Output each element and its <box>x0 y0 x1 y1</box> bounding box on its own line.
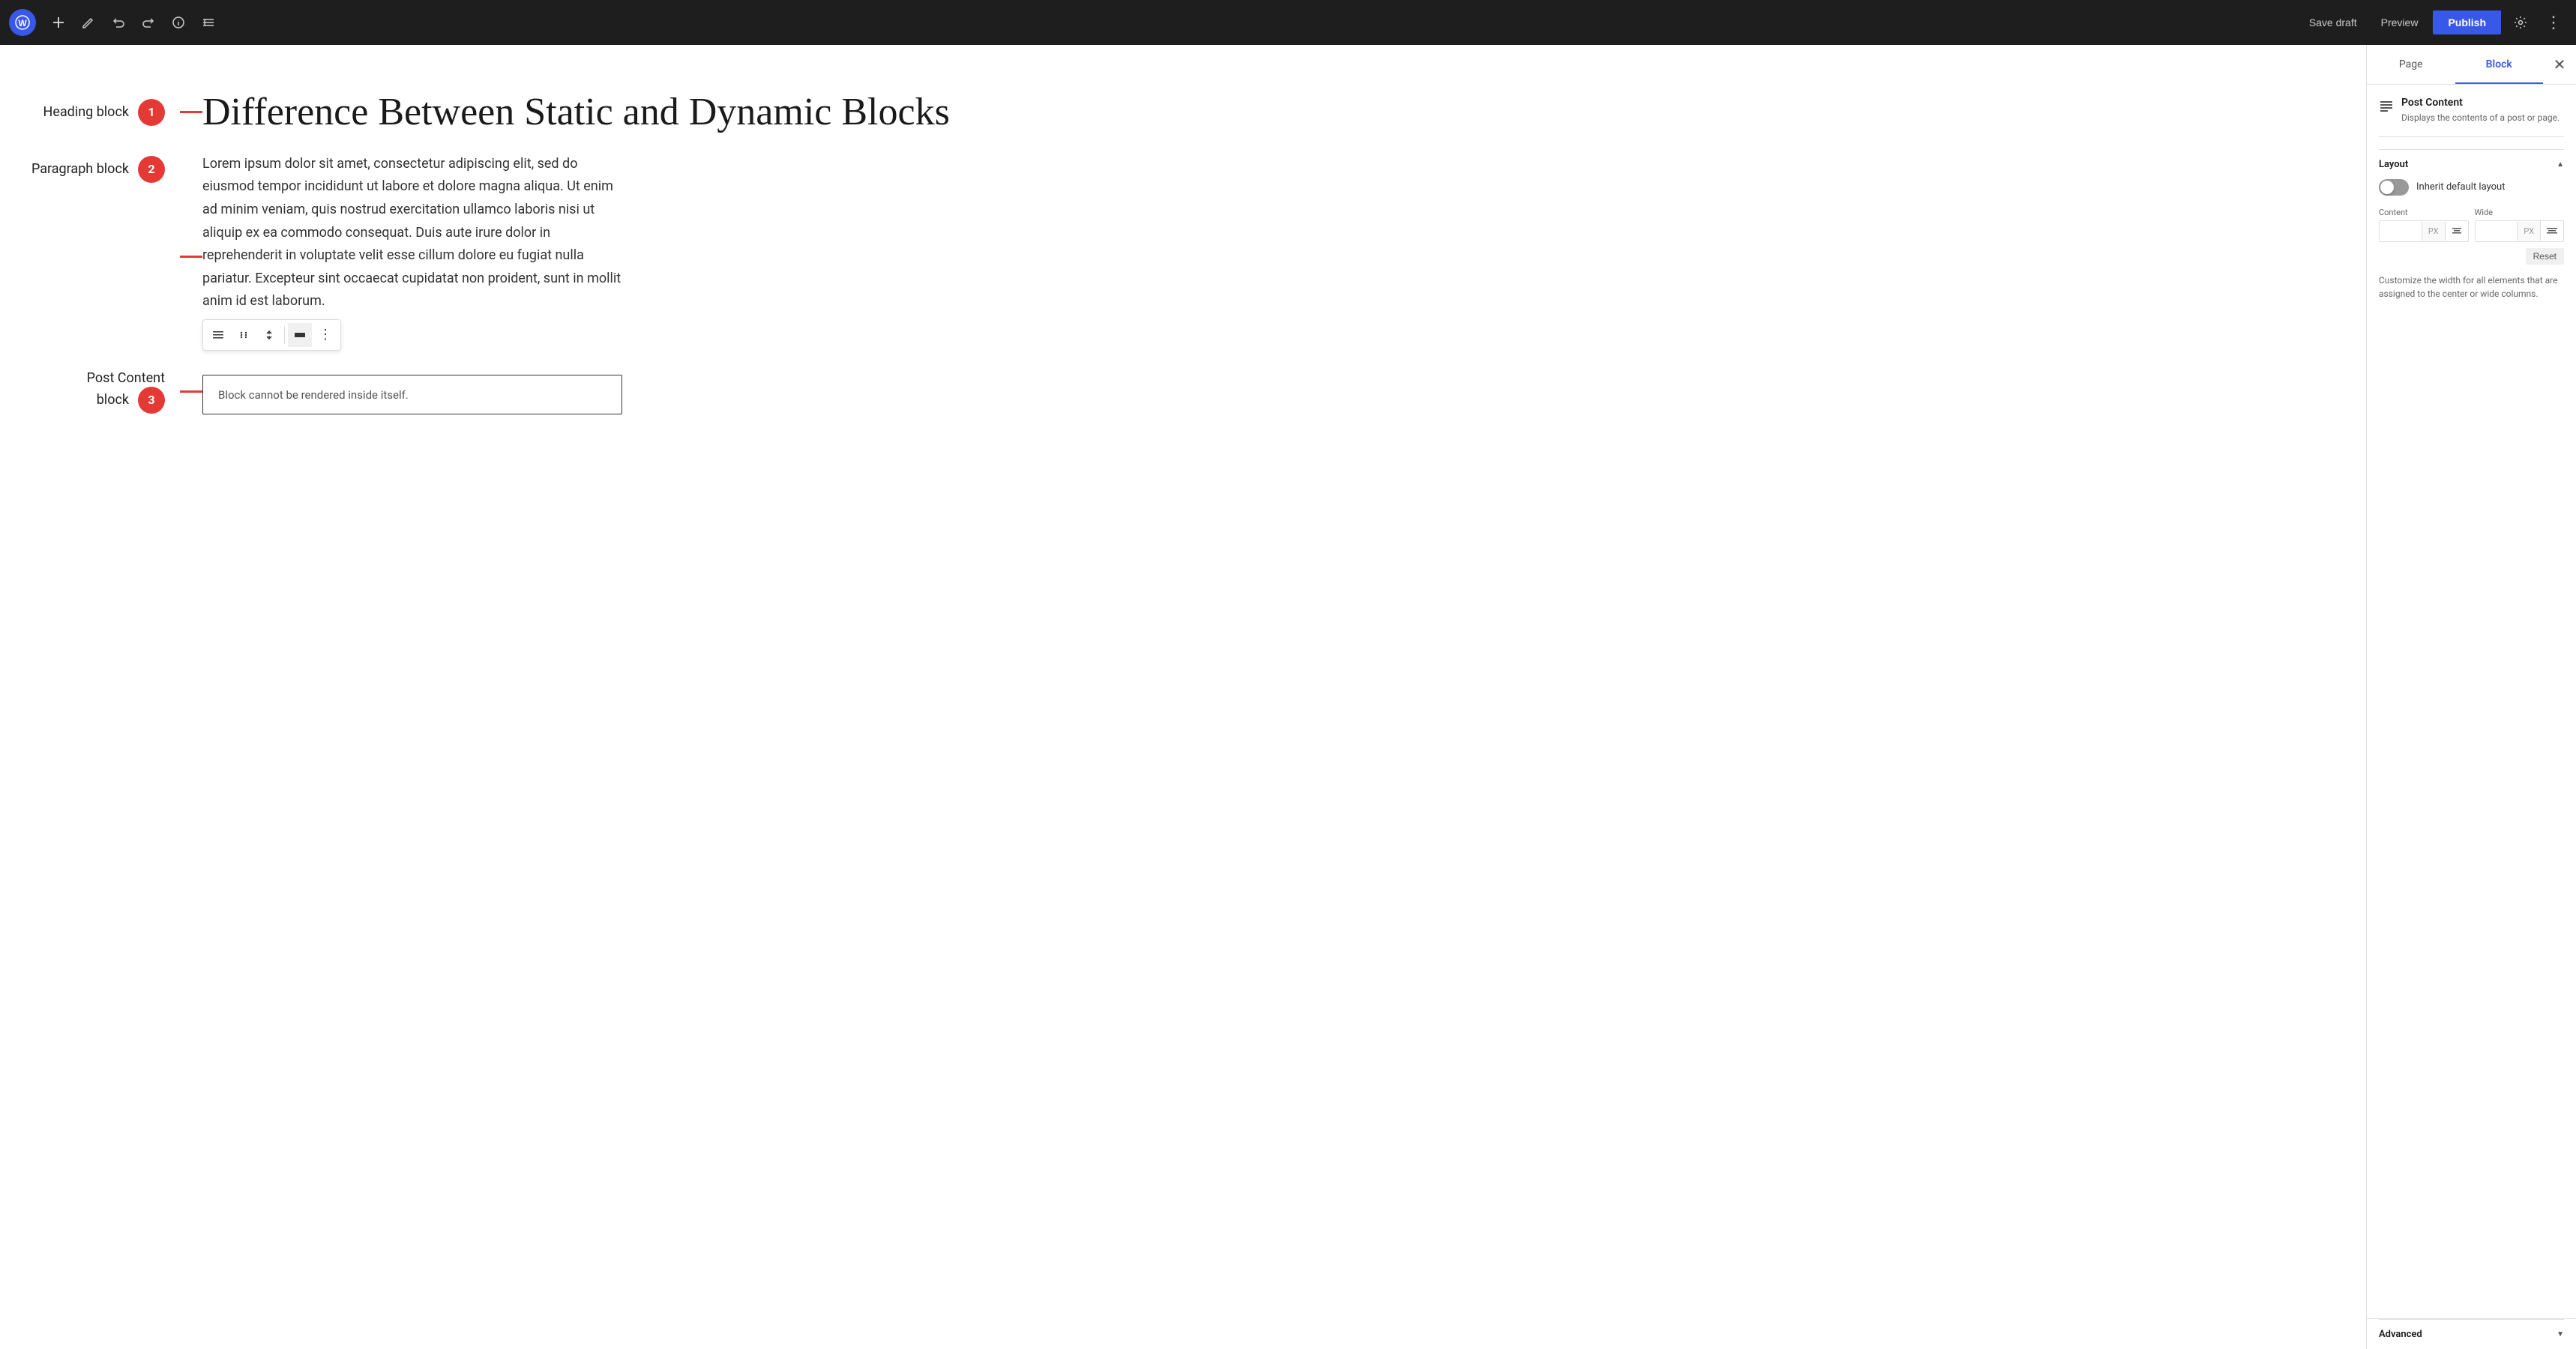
wide-input-row: PX <box>2475 220 2565 242</box>
post-content-block: Block cannot be rendered inside itself. <box>202 375 622 414</box>
advanced-section-header[interactable]: Advanced ▼ <box>2379 1319 2564 1349</box>
content-label: Content <box>2379 208 2469 217</box>
block-name: Post Content <box>2401 97 2560 109</box>
block-toolbar-align-btn[interactable] <box>206 323 230 347</box>
layout-toggle-row: Inherit default layout <box>2379 179 2564 196</box>
post-content-block-content[interactable]: Block cannot be rendered inside itself. <box>202 369 2336 414</box>
content-width-input[interactable] <box>2380 221 2422 241</box>
layout-section-title: Layout <box>2379 159 2408 170</box>
annotation-line-3 <box>180 390 202 393</box>
customize-desc: Customize the width for all elements tha… <box>2379 274 2564 301</box>
content-align-icon[interactable] <box>2445 221 2468 241</box>
wide-width-input[interactable] <box>2476 221 2518 241</box>
post-content-block-text: Block cannot be rendered inside itself. <box>218 388 409 402</box>
list-view-button[interactable] <box>195 9 222 36</box>
wide-width-group: Wide PX <box>2475 208 2565 242</box>
paragraph-block-row: Paragraph block 2 Lorem ipsum dolor sit … <box>30 153 2336 351</box>
content-unit: PX <box>2422 222 2445 241</box>
annotation-line-1 <box>180 111 202 113</box>
heading-text: Difference Between Static and Dynamic Bl… <box>202 90 2336 135</box>
content-width-group: Content PX <box>2379 208 2469 242</box>
toolbar-divider <box>284 326 285 344</box>
wide-align-icon[interactable] <box>2540 221 2563 241</box>
heading-block-row: Heading block 1 Difference Between Stati… <box>30 90 2336 135</box>
annotation-line-2 <box>180 256 202 258</box>
toolbar-right: Save draft Preview Publish ⋮ <box>2300 9 2567 36</box>
annotation-circle-1: 1 <box>138 99 165 126</box>
annotation-label-3: Post Content block 3 <box>30 369 180 414</box>
undo-button[interactable] <box>105 9 132 36</box>
paragraph-content[interactable]: Lorem ipsum dolor sit amet, consectetur … <box>202 153 2336 351</box>
settings-button[interactable] <box>2507 9 2534 36</box>
sidebar-tabs: Page Block <box>2367 46 2543 83</box>
wp-logo[interactable]: W <box>9 9 36 36</box>
paragraph-block-label: Paragraph block <box>31 161 129 177</box>
annotation-circle-2: 2 <box>138 156 165 183</box>
reset-button[interactable]: Reset <box>2526 248 2564 265</box>
layout-chevron-icon: ▲ <box>2557 160 2564 169</box>
paragraph-text: Lorem ipsum dolor sit amet, consectetur … <box>202 153 622 313</box>
wide-label: Wide <box>2475 208 2565 217</box>
block-toolbar-move-btn[interactable] <box>257 323 281 347</box>
heading-block-label: Heading block <box>43 104 129 120</box>
edit-button[interactable] <box>75 9 102 36</box>
inherit-layout-toggle[interactable] <box>2379 179 2409 196</box>
tab-block[interactable]: Block <box>2455 46 2544 84</box>
main-layout: Heading block 1 Difference Between Stati… <box>0 45 2576 1349</box>
block-toolbar-wide-btn[interactable] <box>288 323 312 347</box>
annotation-label-1: Heading block 1 <box>30 99 180 126</box>
block-toolbar-more-btn[interactable]: ⋮ <box>313 323 337 347</box>
editor-area: Heading block 1 Difference Between Stati… <box>0 45 2366 1349</box>
svg-text:W: W <box>18 18 27 28</box>
advanced-chevron-icon: ▼ <box>2557 1330 2564 1339</box>
advanced-section: Advanced ▼ <box>2367 1318 2576 1349</box>
post-content-label1: Post Content <box>87 369 165 387</box>
inherit-label: Inherit default layout <box>2416 181 2505 193</box>
post-content-info: Post Content Displays the contents of a … <box>2379 97 2564 137</box>
sidebar: Page Block ✕ Post Content Display <box>2366 45 2576 1349</box>
annotation-circle-3: 3 <box>138 387 165 414</box>
tab-page[interactable]: Page <box>2367 46 2455 84</box>
width-fields: Content PX Wide <box>2379 208 2564 242</box>
top-toolbar: W <box>0 0 2576 45</box>
post-content-block-row: Post Content block 3 Block cannot be ren… <box>30 369 2336 414</box>
block-icon <box>2379 98 2394 113</box>
save-draft-button[interactable]: Save draft <box>2300 12 2366 33</box>
preview-button[interactable]: Preview <box>2372 12 2428 33</box>
redo-button[interactable] <box>135 9 162 36</box>
publish-button[interactable]: Publish <box>2433 10 2501 34</box>
info-button[interactable] <box>165 9 192 36</box>
reset-row: Reset <box>2379 248 2564 265</box>
block-toolbar: ⋮ <box>202 319 341 351</box>
advanced-section-title: Advanced <box>2379 1329 2422 1340</box>
block-desc: Displays the contents of a post or page. <box>2401 112 2560 124</box>
sidebar-close-button[interactable]: ✕ <box>2546 51 2573 78</box>
content-input-row: PX <box>2379 220 2469 242</box>
wide-unit: PX <box>2517 222 2540 241</box>
block-info-text: Post Content Displays the contents of a … <box>2401 97 2560 124</box>
sidebar-content: Post Content Displays the contents of a … <box>2367 85 2576 1318</box>
more-options-button[interactable]: ⋮ <box>2540 9 2567 36</box>
add-block-button[interactable] <box>45 9 72 36</box>
annotation-label-2: Paragraph block 2 <box>30 153 180 183</box>
layout-section-header[interactable]: Layout ▲ <box>2379 149 2564 179</box>
heading-content[interactable]: Difference Between Static and Dynamic Bl… <box>202 90 2336 135</box>
block-toolbar-drag-btn[interactable] <box>232 323 256 347</box>
post-content-label2: block <box>97 391 129 408</box>
